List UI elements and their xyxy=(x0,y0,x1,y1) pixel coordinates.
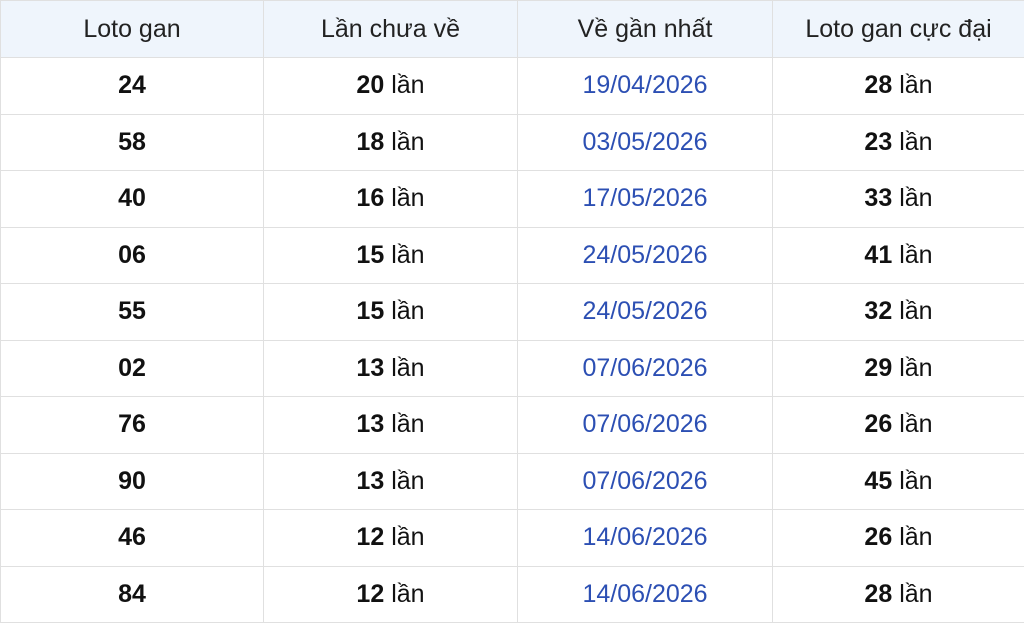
absent-count: 20 xyxy=(356,71,385,100)
table-body: 24 20 lần 19/04/2026 28 lần 58 18 lần 03/05/20… xyxy=(0,57,1024,623)
max-gan-unit: lần xyxy=(899,523,933,552)
last-seen-date-cell: 07/06/2026 xyxy=(517,452,773,510)
max-gan-unit: lần xyxy=(899,297,933,326)
table-row: 02 13 lần 07/06/2026 29 lần xyxy=(0,339,1024,397)
last-seen-date-cell: 24/05/2026 xyxy=(517,283,773,341)
loto-number-cell: 46 xyxy=(0,509,264,567)
max-gan-count: 26 xyxy=(864,410,893,439)
absent-count-cell: 18 lần xyxy=(263,113,518,171)
max-gan-cell: 29 lần xyxy=(772,339,1024,397)
absent-count-cell: 20 lần xyxy=(263,57,518,115)
max-gan-count: 28 xyxy=(864,71,893,100)
max-gan-cell: 45 lần xyxy=(772,452,1024,510)
absent-count: 12 xyxy=(356,523,385,552)
absent-count: 13 xyxy=(356,410,385,439)
header-ve-gan-nhat: Về gần nhất xyxy=(517,0,773,58)
table-row: 06 15 lần 24/05/2026 41 lần xyxy=(0,226,1024,284)
absent-unit: lần xyxy=(391,127,425,156)
last-seen-date-cell: 17/05/2026 xyxy=(517,170,773,228)
loto-number-cell: 90 xyxy=(0,452,264,510)
max-gan-count: 45 xyxy=(864,466,893,495)
table-row: 40 16 lần 17/05/2026 33 lần xyxy=(0,170,1024,228)
absent-count: 15 xyxy=(356,240,385,269)
absent-count-cell: 12 lần xyxy=(263,509,518,567)
max-gan-cell: 26 lần xyxy=(772,396,1024,454)
absent-count-cell: 13 lần xyxy=(263,452,518,510)
absent-count: 16 xyxy=(356,184,385,213)
absent-count: 18 xyxy=(356,127,385,156)
max-gan-unit: lần xyxy=(899,240,933,269)
absent-count: 13 xyxy=(356,466,385,495)
loto-number-cell: 76 xyxy=(0,396,264,454)
max-gan-cell: 28 lần xyxy=(772,57,1024,115)
header-lan-chua-ve: Lần chưa về xyxy=(263,0,518,58)
last-seen-date-cell: 24/05/2026 xyxy=(517,226,773,284)
last-seen-date-cell: 14/06/2026 xyxy=(517,509,773,567)
max-gan-unit: lần xyxy=(899,184,933,213)
absent-count-cell: 13 lần xyxy=(263,339,518,397)
absent-count-cell: 13 lần xyxy=(263,396,518,454)
max-gan-count: 23 xyxy=(864,127,893,156)
table-row: 90 13 lần 07/06/2026 45 lần xyxy=(0,452,1024,510)
max-gan-cell: 28 lần xyxy=(772,565,1024,623)
table-row: 55 15 lần 24/05/2026 32 lần xyxy=(0,283,1024,341)
loto-number-cell: 24 xyxy=(0,57,264,115)
absent-count-cell: 15 lần xyxy=(263,226,518,284)
loto-number-cell: 58 xyxy=(0,113,264,171)
header-loto-gan-cuc-dai: Loto gan cực đại xyxy=(772,0,1024,58)
absent-unit: lần xyxy=(391,240,425,269)
max-gan-count: 28 xyxy=(864,579,893,608)
absent-unit: lần xyxy=(391,523,425,552)
loto-number-cell: 40 xyxy=(0,170,264,228)
absent-unit: lần xyxy=(391,184,425,213)
max-gan-count: 33 xyxy=(864,184,893,213)
table-row: 84 12 lần 14/06/2026 28 lần xyxy=(0,565,1024,623)
max-gan-count: 41 xyxy=(864,240,893,269)
max-gan-unit: lần xyxy=(899,579,933,608)
max-gan-cell: 32 lần xyxy=(772,283,1024,341)
absent-unit: lần xyxy=(391,71,425,100)
absent-count-cell: 15 lần xyxy=(263,283,518,341)
max-gan-unit: lần xyxy=(899,71,933,100)
last-seen-date-cell: 07/06/2026 xyxy=(517,339,773,397)
header-loto-gan: Loto gan xyxy=(0,0,264,58)
max-gan-unit: lần xyxy=(899,353,933,382)
loto-number-cell: 06 xyxy=(0,226,264,284)
last-seen-date-cell: 19/04/2026 xyxy=(517,57,773,115)
max-gan-cell: 26 lần xyxy=(772,509,1024,567)
absent-count-cell: 12 lần xyxy=(263,565,518,623)
header-row: Loto gan Lần chưa về Về gần nhất Loto ga… xyxy=(0,0,1024,58)
loto-number-cell: 55 xyxy=(0,283,264,341)
absent-unit: lần xyxy=(391,410,425,439)
max-gan-cell: 23 lần xyxy=(772,113,1024,171)
max-gan-cell: 41 lần xyxy=(772,226,1024,284)
max-gan-cell: 33 lần xyxy=(772,170,1024,228)
absent-count: 13 xyxy=(356,353,385,382)
last-seen-date-cell: 07/06/2026 xyxy=(517,396,773,454)
loto-number-cell: 84 xyxy=(0,565,264,623)
absent-count-cell: 16 lần xyxy=(263,170,518,228)
absent-unit: lần xyxy=(391,466,425,495)
max-gan-unit: lần xyxy=(899,410,933,439)
last-seen-date-cell: 03/05/2026 xyxy=(517,113,773,171)
max-gan-count: 26 xyxy=(864,523,893,552)
absent-unit: lần xyxy=(391,579,425,608)
max-gan-count: 29 xyxy=(864,353,893,382)
last-seen-date-cell: 14/06/2026 xyxy=(517,565,773,623)
loto-gan-table: Loto gan Lần chưa về Về gần nhất Loto ga… xyxy=(0,0,1024,623)
table-row: 46 12 lần 14/06/2026 26 lần xyxy=(0,509,1024,567)
absent-count: 12 xyxy=(356,579,385,608)
absent-count: 15 xyxy=(356,297,385,326)
table-row: 58 18 lần 03/05/2026 23 lần xyxy=(0,113,1024,171)
max-gan-count: 32 xyxy=(864,297,893,326)
max-gan-unit: lần xyxy=(899,466,933,495)
table-row: 24 20 lần 19/04/2026 28 lần xyxy=(0,57,1024,115)
max-gan-unit: lần xyxy=(899,127,933,156)
absent-unit: lần xyxy=(391,353,425,382)
loto-number-cell: 02 xyxy=(0,339,264,397)
absent-unit: lần xyxy=(391,297,425,326)
table-row: 76 13 lần 07/06/2026 26 lần xyxy=(0,396,1024,454)
table-header: Loto gan Lần chưa về Về gần nhất Loto ga… xyxy=(0,0,1024,58)
